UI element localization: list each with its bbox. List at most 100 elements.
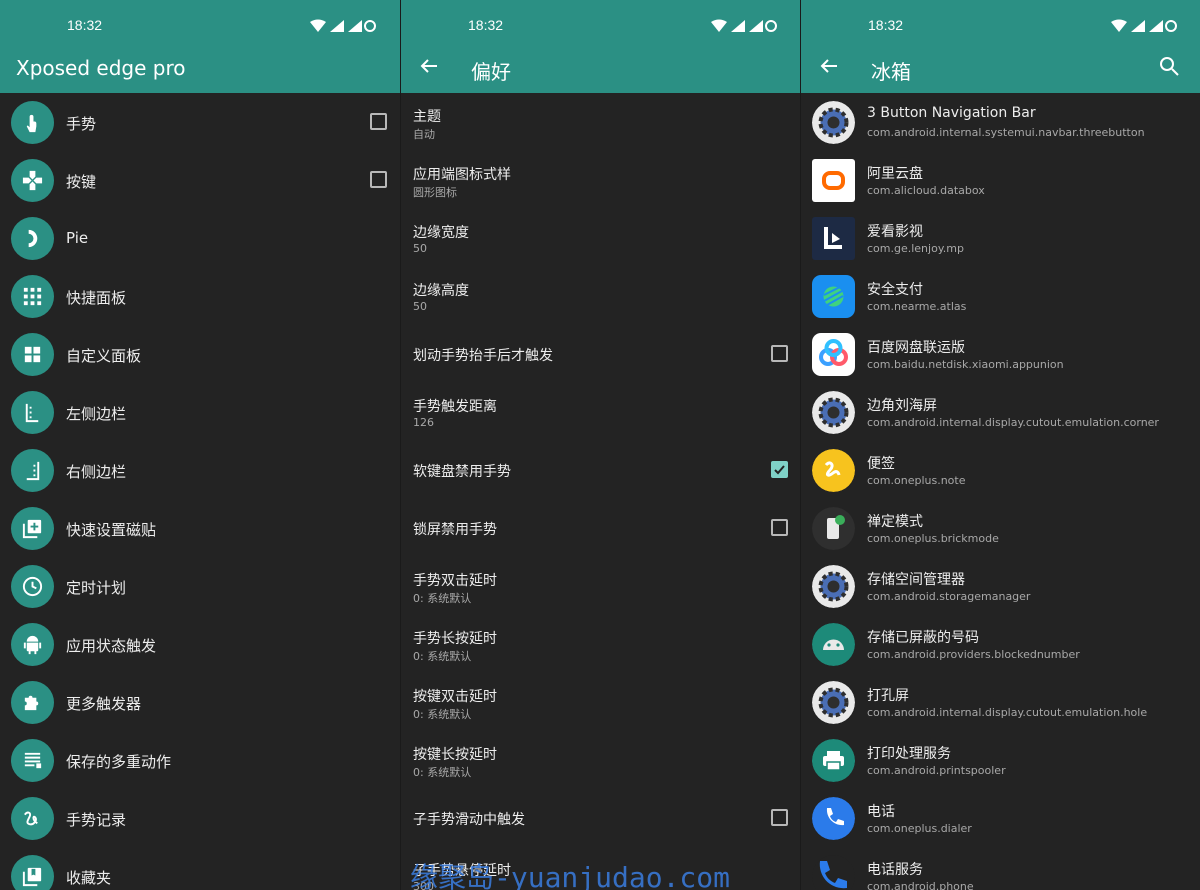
app-row[interactable]: 边角刘海屏 com.android.internal.display.cutou…: [801, 383, 1200, 441]
app-name: 百度网盘联运版: [867, 340, 965, 356]
app-name: 打印处理服务: [867, 746, 951, 762]
pref-title: 子手势滑动中触发: [413, 812, 525, 828]
pref-title: 锁屏禁用手势: [413, 522, 497, 538]
app-row[interactable]: 便签 com.oneplus.note: [801, 441, 1200, 499]
list-item-saved-actions[interactable]: 保存的多重动作: [0, 731, 400, 789]
list-item-label: 快捷面板: [66, 289, 127, 307]
app-package: com.nearme.atlas: [867, 300, 967, 313]
status-time: 18:32: [868, 17, 904, 33]
list-item-label: 手势: [66, 115, 97, 133]
keyboard-disable-checkbox[interactable]: [771, 461, 788, 478]
sub-gesture-slide-checkbox[interactable]: [771, 809, 788, 826]
app-row[interactable]: 电话 com.oneplus.dialer: [801, 789, 1200, 847]
pref-title: 软键盘禁用手势: [413, 464, 511, 480]
pref-lockscreen-disable[interactable]: 锁屏禁用手势: [401, 499, 800, 557]
app-row[interactable]: 禅定模式 com.oneplus.brickmode: [801, 499, 1200, 557]
pref-gesture-long-press[interactable]: 手势长按延时 0: 系统默认: [401, 615, 800, 673]
list-item-pie[interactable]: Pie: [0, 209, 400, 267]
pref-title: 主题: [413, 109, 441, 125]
app-name: 打孔屏: [867, 688, 909, 704]
pref-key-double-tap[interactable]: 按键双击延时 0: 系统默认: [401, 673, 800, 731]
printer-icon: [812, 739, 855, 782]
aliyun-drive-icon: [812, 159, 855, 202]
freezer-screen: 18:32 冰箱 3 Button Navigation Bar com.and…: [800, 0, 1200, 890]
app-row[interactable]: 电话服务 com.android.phone: [801, 847, 1200, 890]
pref-value: 126: [413, 416, 434, 429]
app-bar: 冰箱: [801, 48, 1200, 93]
pref-theme[interactable]: 主题 自动: [401, 93, 800, 151]
xposed-main-screen: 18:32 Xposed edge pro 手势 按键 Pie 快捷面板 自定义…: [0, 0, 400, 890]
pref-gesture-double-tap[interactable]: 手势双击延时 0: 系统默认: [401, 557, 800, 615]
pref-edge-width[interactable]: 边缘宽度 50: [401, 209, 800, 267]
list-item-gesture[interactable]: 手势: [0, 93, 400, 151]
list-item-label: 左侧边栏: [66, 405, 127, 423]
list-item-keys[interactable]: 按键: [0, 151, 400, 209]
pref-sub-gesture-slide[interactable]: 子手势滑动中触发: [401, 789, 800, 847]
left-edge-icon: [11, 391, 54, 434]
app-row[interactable]: 存储已屏蔽的号码 com.android.providers.blockednu…: [801, 615, 1200, 673]
baidu-netdisk-icon: [812, 333, 855, 376]
app-row[interactable]: 存储空间管理器 com.android.storagemanager: [801, 557, 1200, 615]
list-icon: [11, 739, 54, 782]
pref-keyboard-disable[interactable]: 软键盘禁用手势: [401, 441, 800, 499]
list-item-label: 保存的多重动作: [66, 753, 172, 771]
feature-list: 手势 按键 Pie 快捷面板 自定义面板 左侧边栏 右侧边栏 快速设置磁贴 定时…: [0, 93, 400, 890]
preferences-list: 主题 自动 应用端图标式样 圆形图标 边缘宽度 50 边缘高度 50 划动手势抬…: [401, 93, 800, 890]
trigger-on-release-checkbox[interactable]: [771, 345, 788, 362]
app-row[interactable]: 安全支付 com.nearme.atlas: [801, 267, 1200, 325]
list-item-favorites[interactable]: 收藏夹: [0, 847, 400, 890]
app-package: com.ge.lenjoy.mp: [867, 242, 964, 255]
list-item-quick-panel[interactable]: 快捷面板: [0, 267, 400, 325]
app-package: com.android.storagemanager: [867, 590, 1031, 603]
pref-trigger-distance[interactable]: 手势触发距离 126: [401, 383, 800, 441]
app-row[interactable]: 爱看影视 com.ge.lenjoy.mp: [801, 209, 1200, 267]
app-package: com.oneplus.dialer: [867, 822, 972, 835]
page-title: 偏好: [471, 60, 511, 84]
settings-gear-icon: [812, 681, 855, 724]
list-item-label: 更多触发器: [66, 695, 142, 713]
pref-key-long-press[interactable]: 按键长按延时 0: 系统默认: [401, 731, 800, 789]
back-arrow-icon[interactable]: [417, 54, 441, 82]
gesture-checkbox[interactable]: [370, 113, 387, 130]
status-bar: 18:32: [0, 0, 400, 48]
app-package: com.android.internal.systemui.navbar.thr…: [867, 126, 1145, 139]
search-icon[interactable]: [1157, 54, 1181, 82]
app-row[interactable]: 打孔屏 com.android.internal.display.cutout.…: [801, 673, 1200, 731]
list-item-label: 定时计划: [66, 579, 127, 597]
list-item-right-sidebar[interactable]: 右侧边栏: [0, 441, 400, 499]
keys-checkbox[interactable]: [370, 171, 387, 188]
list-item-quick-tiles[interactable]: 快速设置磁贴: [0, 499, 400, 557]
pref-title: 手势长按延时: [413, 631, 497, 647]
list-item-gesture-records[interactable]: 手势记录: [0, 789, 400, 847]
list-item-more-triggers[interactable]: 更多触发器: [0, 673, 400, 731]
app-row[interactable]: 百度网盘联运版 com.baidu.netdisk.xiaomi.appunio…: [801, 325, 1200, 383]
list-item-label: 快速设置磁贴: [66, 521, 157, 539]
zen-mode-icon: [812, 507, 855, 550]
right-edge-icon: [11, 449, 54, 492]
lockscreen-disable-checkbox[interactable]: [771, 519, 788, 536]
pref-title: 边缘宽度: [413, 225, 469, 241]
list-item-custom-panel[interactable]: 自定义面板: [0, 325, 400, 383]
list-item-left-sidebar[interactable]: 左侧边栏: [0, 383, 400, 441]
app-title: Xposed edge pro: [16, 56, 186, 80]
status-icons: [711, 18, 777, 37]
settings-gear-icon: [812, 101, 855, 144]
list-item-label: 按键: [66, 173, 97, 191]
favorites-icon: [11, 855, 54, 890]
app-name: 存储空间管理器: [867, 572, 965, 588]
app-row[interactable]: 3 Button Navigation Bar com.android.inte…: [801, 93, 1200, 151]
list-item-label: 收藏夹: [66, 869, 112, 887]
app-row[interactable]: 打印处理服务 com.android.printspooler: [801, 731, 1200, 789]
pref-value: 0: 系统默认: [413, 592, 472, 605]
back-arrow-icon[interactable]: [817, 54, 841, 82]
list-item-app-state[interactable]: 应用状态触发: [0, 615, 400, 673]
pref-icon-style[interactable]: 应用端图标式样 圆形图标: [401, 151, 800, 209]
watermark: 缘聚岛-yuanjudao.com: [410, 861, 731, 890]
phone-icon: [812, 855, 855, 890]
android-icon: [812, 623, 855, 666]
pref-edge-height[interactable]: 边缘高度 50: [401, 267, 800, 325]
page-title: 冰箱: [871, 60, 911, 84]
app-row[interactable]: 阿里云盘 com.alicloud.databox: [801, 151, 1200, 209]
pref-trigger-on-release[interactable]: 划动手势抬手后才触发: [401, 325, 800, 383]
list-item-schedule[interactable]: 定时计划: [0, 557, 400, 615]
